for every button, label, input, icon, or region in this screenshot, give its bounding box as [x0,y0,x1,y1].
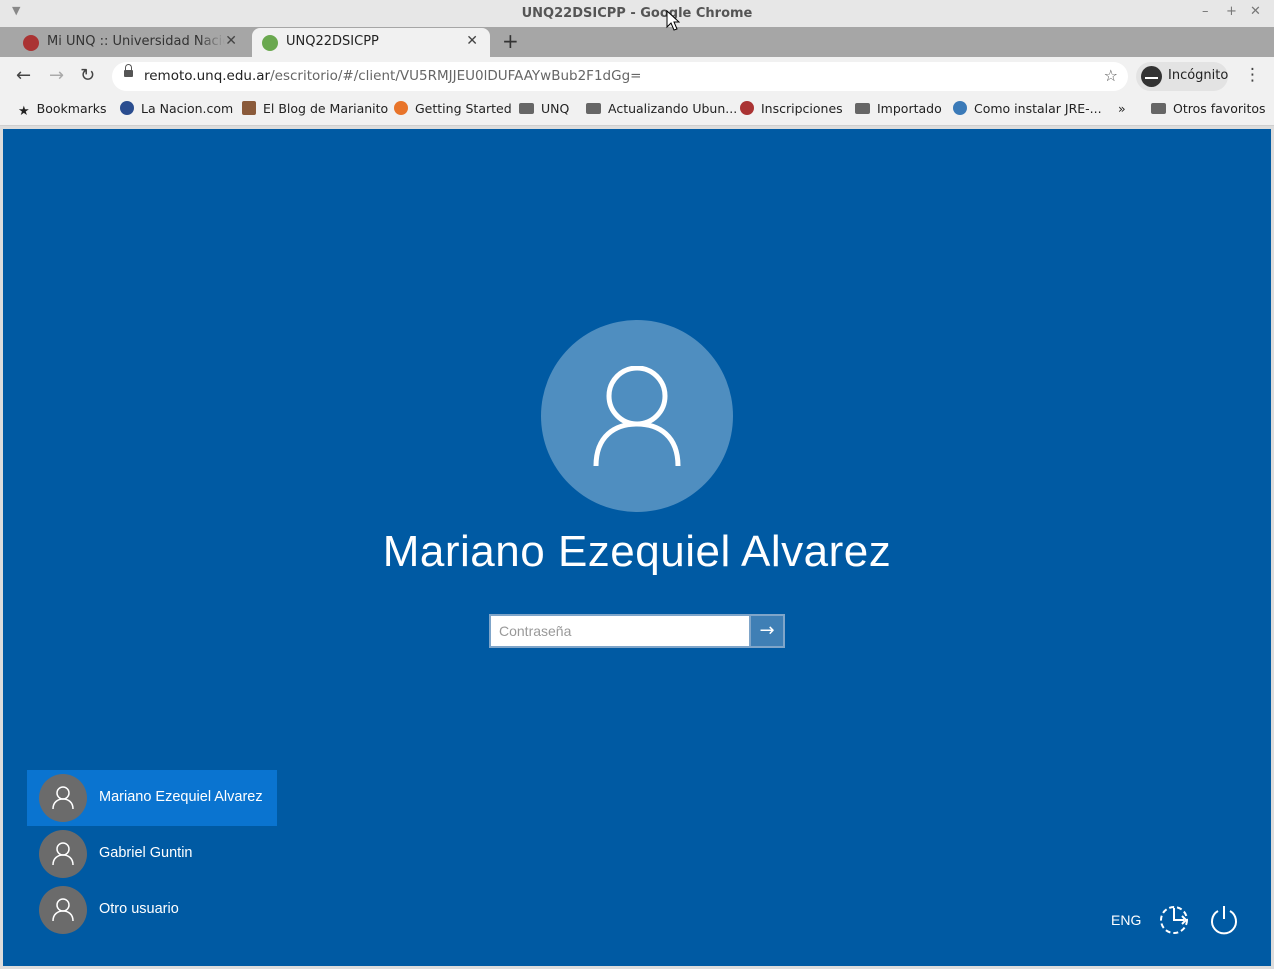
user-item-otro[interactable]: Otro usuario [27,882,277,938]
blog-icon [242,101,256,115]
guacamole-icon [262,35,278,51]
lanacion-icon [120,101,134,115]
address-bar[interactable]: remoto.unq.edu.ar/escritorio/#/client/VU… [112,62,1128,91]
folder-icon [1151,103,1166,114]
bookmarks-bar: ★ Bookmarks La Nacion.com El Blog de Mari… [0,96,1274,126]
star-icon: ★ [18,104,30,119]
wordpress-icon [953,101,967,115]
bookmark-item[interactable]: Inscripciones [740,101,843,116]
tab-label: UNQ22DSICPP [286,34,379,49]
bookmark-item[interactable]: Getting Started [394,101,512,116]
reload-icon[interactable]: ↻ [80,65,95,86]
incognito-icon [1141,66,1162,87]
folder-icon [855,103,870,114]
bookmark-item[interactable]: Como instalar JRE-... [953,101,1102,116]
user-icon [52,842,74,866]
user-item-mariano[interactable]: Mariano Ezequiel Alvarez [27,770,277,826]
avatar [39,886,87,934]
password-form: → [489,614,785,648]
folder-icon [586,103,601,114]
firefox-icon [394,101,408,115]
bookmark-item[interactable]: UNQ [519,101,569,116]
unq-icon [740,101,754,115]
browser-toolbar: ← → ↻ remoto.unq.edu.ar/escritorio/#/cli… [0,57,1274,96]
close-tab-icon[interactable]: ✕ [466,33,478,49]
tab-mi-unq[interactable]: Mi UNQ :: Universidad Nacional de Quilme… [13,28,249,57]
tab-unq22dsicpp[interactable]: UNQ22DSICPP ✕ [252,28,490,57]
tab-label: Mi UNQ :: Universidad Nacional de Quilme… [47,34,225,49]
incognito-indicator[interactable]: Incógnito [1136,62,1228,91]
bookmark-star-icon[interactable]: ☆ [1104,66,1118,85]
user-item-gabriel[interactable]: Gabriel Guntin [27,826,277,882]
ease-of-access-icon[interactable] [1158,904,1192,936]
tab-strip: Mi UNQ :: Universidad Nacional de Quilme… [0,27,1274,57]
window-titlebar: ▼ UNQ22DSICPP - Google Chrome – + ✕ [0,0,1274,27]
bookmark-item[interactable]: El Blog de Marianito [242,101,388,116]
new-tab-button[interactable]: + [502,29,519,53]
avatar [39,830,87,878]
user-item-label: Mariano Ezequiel Alvarez [99,789,263,805]
close-tab-icon[interactable]: ✕ [225,33,237,49]
user-item-label: Otro usuario [99,901,179,917]
login-username: Mariano Ezequiel Alvarez [382,527,892,576]
submit-arrow-button[interactable]: → [751,614,785,648]
password-input[interactable] [489,614,751,648]
more-bookmarks-icon[interactable]: » [1118,101,1126,116]
minimize-button[interactable]: – [1202,4,1209,19]
bookmark-item[interactable]: Importado [855,101,942,116]
bookmark-item[interactable]: Actualizando Ubun... [586,101,737,116]
url-text[interactable]: remoto.unq.edu.ar/escritorio/#/client/VU… [144,68,641,84]
folder-icon [519,103,534,114]
window-title: UNQ22DSICPP - Google Chrome [521,6,753,21]
user-avatar [541,320,733,512]
avatar [39,774,87,822]
chrome-menu-icon[interactable]: ⋮ [1244,65,1261,85]
bookmark-item[interactable]: La Nacion.com [120,101,233,116]
mouse-cursor-icon [666,10,680,31]
close-window-button[interactable]: ✕ [1250,4,1261,19]
language-selector[interactable]: ENG [1111,912,1141,928]
bookmark-item[interactable]: Otros favoritos [1151,101,1266,116]
power-icon[interactable] [1208,904,1240,936]
user-icon [52,786,74,810]
bookmark-item[interactable]: ★ Bookmarks [18,101,107,119]
user-icon [52,898,74,922]
back-icon[interactable]: ← [16,65,31,86]
user-switch-list: Mariano Ezequiel Alvarez Gabriel Guntin … [27,770,277,938]
unq-icon [23,35,39,51]
user-silhouette-icon [593,366,681,467]
maximize-button[interactable]: + [1226,4,1237,19]
user-item-label: Gabriel Guntin [99,845,193,861]
remote-desktop-login-screen[interactable]: Mariano Ezequiel Alvarez → Mariano Ezequ… [3,129,1271,966]
forward-icon[interactable]: → [49,65,64,86]
lock-icon[interactable] [124,64,133,77]
incognito-label: Incógnito [1168,68,1229,83]
